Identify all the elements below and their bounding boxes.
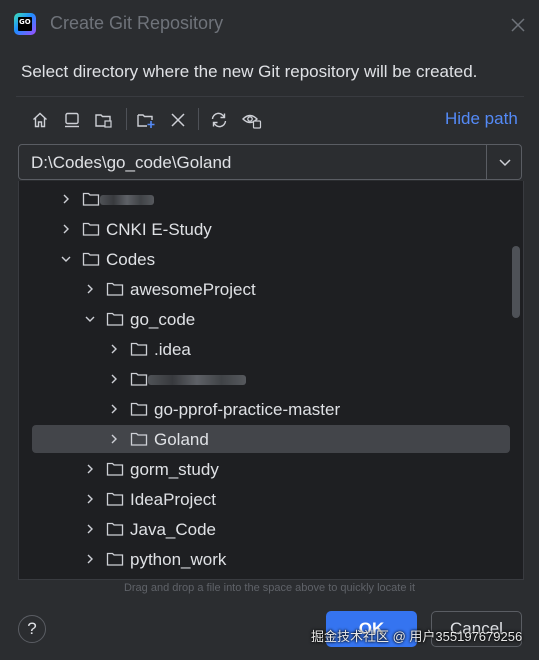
chevron-right-icon[interactable] <box>108 433 120 445</box>
tree-row[interactable]: gorm_study <box>19 454 523 484</box>
close-icon <box>511 18 525 32</box>
tree-row-label: go-pprof-practice-master <box>154 400 341 419</box>
chevron-down-icon <box>499 159 511 167</box>
tree-row[interactable] <box>19 364 523 394</box>
selection-highlight <box>32 425 510 453</box>
tree-row[interactable]: Codes <box>19 244 523 274</box>
redacted-folder-name <box>100 195 154 205</box>
tree-row-label: Java_Code <box>130 520 217 539</box>
show-hidden-icon[interactable] <box>240 108 264 132</box>
tree-row[interactable]: Java_Code <box>19 514 523 544</box>
drag-drop-hint: Drag and drop a file into the space abov… <box>123 582 416 594</box>
folder-icon <box>130 432 148 446</box>
folder-icon <box>130 342 148 356</box>
folder-icon <box>106 282 124 296</box>
folder-icon <box>106 552 124 566</box>
chevron-right-icon[interactable] <box>60 223 72 235</box>
chevron-right-icon[interactable] <box>84 493 96 505</box>
tree-row[interactable]: Goland <box>19 424 523 454</box>
tree-row[interactable]: go-pprof-practice-master <box>19 394 523 424</box>
chevron-right-icon[interactable] <box>108 403 120 415</box>
close-button[interactable] <box>507 14 529 36</box>
folder-icon <box>82 222 100 236</box>
toolbar-separator <box>126 108 127 130</box>
tree-row[interactable]: python_work <box>19 544 523 574</box>
tree-row[interactable]: .idea <box>19 334 523 364</box>
tree-row-label: Codes <box>106 250 156 269</box>
folder-icon <box>82 252 100 266</box>
tree-row-label: python_work <box>130 550 227 569</box>
folder-icon <box>130 402 148 416</box>
refresh-icon[interactable] <box>207 108 231 132</box>
folder-icon <box>106 492 124 506</box>
tree-scrollbar[interactable] <box>512 246 520 318</box>
tree-row[interactable] <box>19 184 523 214</box>
chevron-right-icon[interactable] <box>84 553 96 565</box>
hide-path-link[interactable]: Hide path <box>445 109 518 129</box>
chevron-down-icon[interactable] <box>84 313 96 325</box>
chevron-right-icon[interactable] <box>84 523 96 535</box>
divider <box>16 96 524 97</box>
chevron-down-icon[interactable] <box>60 253 72 265</box>
directory-tree[interactable]: CNKI E-Study Codes awesomeProject go_code .i… <box>18 181 524 580</box>
folder-icon <box>82 192 100 206</box>
path-input-value[interactable]: D:\Codes\go_code\Goland <box>31 153 231 173</box>
tree-row-label: CNKI E-Study <box>106 220 212 239</box>
tree-row[interactable]: go_code <box>19 304 523 334</box>
window-title: Create Git Repository <box>50 13 224 33</box>
chevron-right-icon[interactable] <box>84 463 96 475</box>
divider <box>486 145 487 179</box>
folder-icon <box>130 372 148 386</box>
path-input[interactable]: D:\Codes\go_code\Goland <box>18 144 522 180</box>
new-folder-icon[interactable] <box>134 108 158 132</box>
tree-row[interactable]: CNKI E-Study <box>19 214 523 244</box>
tree-row[interactable]: awesomeProject <box>19 274 523 304</box>
delete-icon[interactable] <box>166 108 190 132</box>
path-history-dropdown[interactable] <box>495 153 515 171</box>
home-icon[interactable] <box>28 108 52 132</box>
tree-row-label: awesomeProject <box>130 280 256 299</box>
title-bar: GO Create Git Repository <box>0 0 539 50</box>
chevron-right-icon[interactable] <box>108 373 120 385</box>
redacted-folder-name <box>148 375 246 385</box>
watermark: 掘金技术社区 @ 用户3551976​79256 <box>311 629 523 644</box>
tree-row-label: Goland <box>154 430 209 449</box>
chevron-right-icon[interactable] <box>60 193 72 205</box>
help-button[interactable]: ? <box>18 615 46 643</box>
chevron-right-icon[interactable] <box>84 283 96 295</box>
tree-row-label: IdeaProject <box>130 490 216 509</box>
tree-row-label: gorm_study <box>130 460 219 479</box>
tree-row-label: .idea <box>154 340 191 359</box>
folder-icon <box>106 312 124 326</box>
project-folder-icon[interactable] <box>92 108 116 132</box>
chevron-right-icon[interactable] <box>108 343 120 355</box>
folder-icon <box>106 462 124 476</box>
tree-row[interactable]: IdeaProject <box>19 484 523 514</box>
folder-icon <box>106 522 124 536</box>
goland-icon: GO <box>14 13 36 35</box>
toolbar-separator <box>198 108 199 130</box>
dialog-description: Select directory where the new Git repos… <box>21 62 478 81</box>
desktop-icon[interactable] <box>60 108 84 132</box>
tree-row-label: go_code <box>130 310 196 329</box>
